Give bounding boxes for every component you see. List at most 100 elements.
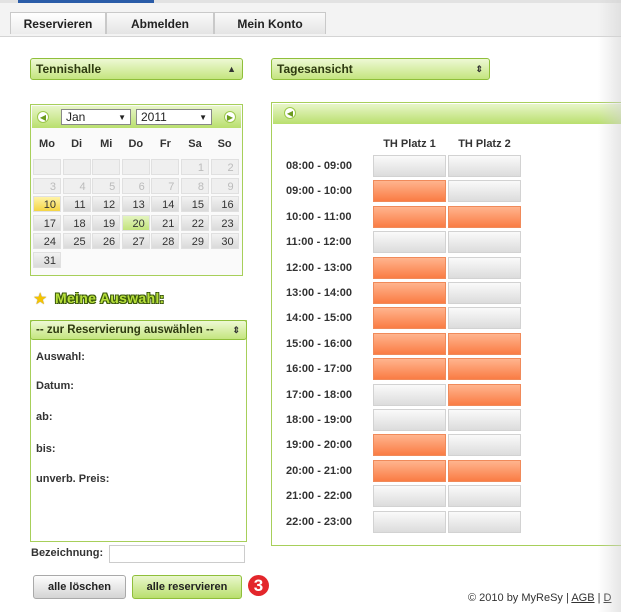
field-datum: Datum: [36,380,74,392]
year-select[interactable]: 2011 ▼ [136,109,212,125]
calendar-day[interactable]: 25 [62,233,91,249]
calendar-day[interactable]: 11 [62,196,91,212]
weekday-label: Sa [188,138,202,150]
slot-booked[interactable] [373,459,446,482]
time-label: 13:00 - 14:00 [286,287,353,299]
slot-free[interactable] [373,409,446,431]
tab-reservieren[interactable]: Reservieren [10,12,106,34]
tab-mein-konto[interactable]: Mein Konto [214,12,326,34]
calendar-day[interactable]: 15 [181,196,209,212]
slot-booked[interactable] [448,358,521,381]
calendar-day[interactable]: 21 [151,214,180,231]
month-select[interactable]: Jan ▼ [61,109,131,125]
slot-booked[interactable] [448,205,521,228]
slot-free[interactable] [373,510,446,533]
weekday-row: Mo Di Mi Do Fr Sa So [34,138,241,152]
slot-free[interactable] [373,485,446,508]
slot-booked[interactable] [373,307,446,330]
select-arrows-icon: ⇕ [232,325,240,335]
slot-free[interactable] [448,485,521,508]
time-label: 20:00 - 21:00 [286,464,353,477]
calendar-day[interactable]: 26 [92,233,121,249]
select-arrows-icon: ⇕ [475,64,483,74]
weekday-label: Mo [39,138,55,150]
view-select[interactable]: Tagesansicht ⇕ [271,58,490,80]
reserve-all-button[interactable]: alle reservieren [132,575,242,599]
calendar-day[interactable]: 17 [33,214,61,231]
slot-booked[interactable] [373,434,446,457]
slot-free[interactable] [448,155,521,177]
slot-free[interactable] [448,409,521,431]
calendar-day[interactable]: 28 [151,233,180,249]
calendar-day[interactable]: 5 [92,177,121,194]
slot-free[interactable] [448,307,521,330]
calendar-day[interactable]: 7 [151,177,180,194]
calendar-day[interactable]: 13 [121,196,150,212]
calendar-day[interactable]: 6 [121,177,150,194]
clear-all-button[interactable]: alle löschen [33,575,126,599]
calendar-day[interactable]: 27 [121,233,150,249]
chevron-down-icon: ▼ [118,113,126,122]
calendar-day[interactable]: 1 [181,159,209,175]
hall-select[interactable]: Tennishalle ▲ [30,58,243,80]
calendar-day[interactable]: 30 [210,233,239,249]
slot-booked[interactable] [373,180,446,203]
tab-abmelden[interactable]: Abmelden [106,12,214,34]
slot-free[interactable] [448,256,521,279]
step-badge: 3 [248,575,269,596]
top-accent [18,0,154,3]
weekday-label: Fr [159,138,171,150]
reservation-select[interactable]: -- zur Reservierung auswählen -- ⇕ [30,320,247,340]
calendar-day[interactable]: 9 [210,177,239,194]
calendar: ◀ Jan ▼ 2011 ▼ ▶ Mo Di Mi Do Fr Sa So 12345678… [30,104,243,276]
prev-month-button[interactable]: ◀ [37,111,49,123]
time-label: 22:00 - 23:00 [286,515,353,528]
calendar-day[interactable]: 12 [92,196,121,212]
calendar-day[interactable]: 22 [181,214,209,231]
slot-booked[interactable] [373,358,446,381]
agb-link[interactable]: AGB [571,592,594,604]
slot-booked[interactable] [373,205,446,228]
selection-title: Meine Auswahl: [55,290,165,306]
calendar-day[interactable]: 19 [92,214,121,231]
calendar-day[interactable]: 3 [33,177,61,194]
calendar-day[interactable]: 2 [210,159,239,175]
calendar-day[interactable]: 14 [151,196,180,212]
slot-free[interactable] [373,155,446,177]
calendar-day-empty [33,159,61,175]
year-select-value: 2011 [141,110,167,124]
bezeichnung-input[interactable] [109,545,245,563]
time-label: 12:00 - 13:00 [286,261,353,274]
prev-day-button[interactable]: ◀ [284,107,296,119]
slot-booked[interactable] [448,332,521,355]
slot-booked[interactable] [448,459,521,482]
slot-free[interactable] [448,180,521,203]
calendar-day[interactable]: 20 [121,214,150,231]
calendar-day[interactable]: 16 [210,196,239,212]
time-label: 11:00 - 12:00 [286,236,352,249]
calendar-day[interactable]: 23 [210,214,239,231]
calendar-day-empty [92,159,121,175]
calendar-day[interactable]: 10 [33,196,61,212]
footer-sep: | [566,592,569,604]
next-month-button[interactable]: ▶ [224,111,236,123]
calendar-day[interactable]: 18 [62,214,91,231]
slot-free[interactable] [448,510,521,533]
slot-free[interactable] [448,231,521,254]
time-label: 21:00 - 22:00 [286,490,353,503]
slot-booked[interactable] [373,282,446,304]
calendar-day[interactable]: 8 [181,177,209,194]
slot-free[interactable] [448,282,521,304]
weekday-label: Mi [100,138,113,150]
footer: © 2010 by MyReSy | AGB | D [468,592,611,604]
slot-free[interactable] [373,231,446,254]
calendar-day[interactable]: 24 [33,233,61,249]
slot-booked[interactable] [373,256,446,279]
calendar-day[interactable]: 29 [181,233,209,249]
calendar-day[interactable]: 31 [33,251,61,268]
slot-free[interactable] [373,383,446,406]
slot-free[interactable] [448,434,521,457]
calendar-day[interactable]: 4 [62,177,91,194]
slot-booked[interactable] [448,383,521,406]
slot-booked[interactable] [373,332,446,355]
